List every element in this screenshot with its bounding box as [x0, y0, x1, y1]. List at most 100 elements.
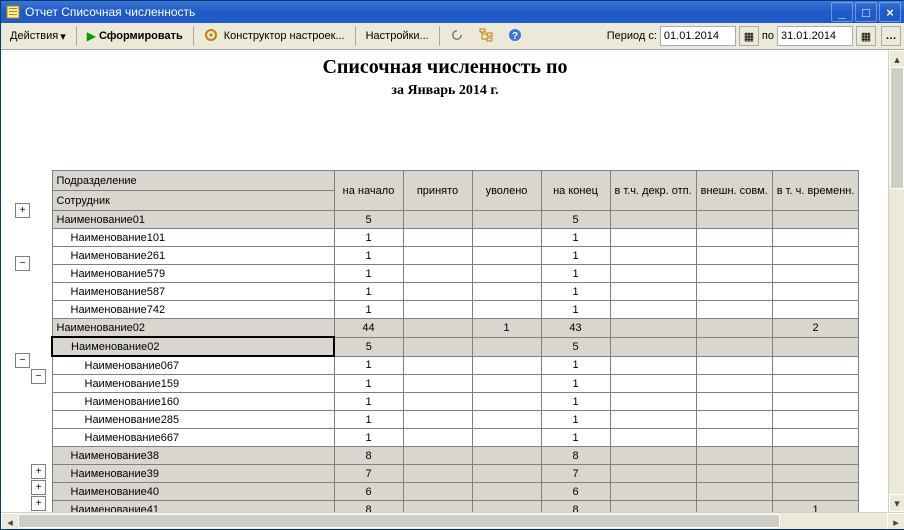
- help-button[interactable]: ?: [503, 24, 530, 48]
- cell-hired[interactable]: [403, 319, 472, 338]
- cell-temp[interactable]: [772, 265, 859, 283]
- cell-hired[interactable]: [403, 356, 472, 375]
- table-row[interactable]: Наименование28511: [52, 411, 859, 429]
- cell-temp[interactable]: [772, 375, 859, 393]
- cell-fired[interactable]: [472, 375, 541, 393]
- cell-ext[interactable]: [696, 483, 772, 501]
- cell-ext[interactable]: [696, 283, 772, 301]
- form-button[interactable]: ▶ Сформировать: [82, 24, 188, 48]
- cell-name[interactable]: Наименование285: [52, 411, 334, 429]
- cell-name[interactable]: Наименование41: [52, 501, 334, 513]
- cell-fired[interactable]: [472, 283, 541, 301]
- cell-start[interactable]: 6: [334, 483, 403, 501]
- vertical-scrollbar[interactable]: ▴ ▾: [888, 50, 904, 512]
- cell-name[interactable]: Наименование159: [52, 375, 334, 393]
- table-row[interactable]: Наименование16011: [52, 393, 859, 411]
- cell-name[interactable]: Наименование101: [52, 229, 334, 247]
- table-row[interactable]: Наименование4066: [52, 483, 859, 501]
- cell-hired[interactable]: [403, 229, 472, 247]
- scroll-right-button[interactable]: ▸: [887, 513, 904, 529]
- cell-start[interactable]: 1: [334, 411, 403, 429]
- cell-mat[interactable]: [610, 501, 696, 513]
- cell-end[interactable]: 1: [541, 247, 610, 265]
- expand-node[interactable]: [31, 480, 46, 495]
- cell-start[interactable]: 7: [334, 465, 403, 483]
- calendar-to-button[interactable]: ▦: [856, 26, 876, 46]
- table-row[interactable]: Наименование02441432: [52, 319, 859, 338]
- cell-ext[interactable]: [696, 229, 772, 247]
- cell-name[interactable]: Наименование579: [52, 265, 334, 283]
- cell-ext[interactable]: [696, 393, 772, 411]
- cell-fired[interactable]: [472, 483, 541, 501]
- cell-end[interactable]: 1: [541, 411, 610, 429]
- calendar-from-button[interactable]: ▦: [739, 26, 759, 46]
- cell-ext[interactable]: [696, 465, 772, 483]
- cell-hired[interactable]: [403, 283, 472, 301]
- collapse-node[interactable]: [15, 353, 30, 368]
- cell-fired[interactable]: [472, 265, 541, 283]
- cell-end[interactable]: 8: [541, 447, 610, 465]
- constructor-button[interactable]: Конструктор настроек...: [199, 24, 350, 48]
- cell-temp[interactable]: [772, 247, 859, 265]
- cell-hired[interactable]: [403, 411, 472, 429]
- cell-mat[interactable]: [610, 301, 696, 319]
- cell-temp[interactable]: [772, 211, 859, 229]
- cell-mat[interactable]: [610, 211, 696, 229]
- date-from-input[interactable]: 01.01.2014: [660, 26, 736, 46]
- header-division[interactable]: Подразделение: [52, 171, 334, 191]
- table-row[interactable]: Наименование57911: [52, 265, 859, 283]
- cell-hired[interactable]: [403, 483, 472, 501]
- cell-end[interactable]: 1: [541, 356, 610, 375]
- cell-fired[interactable]: [472, 247, 541, 265]
- horizontal-scrollbar[interactable]: ◂ ▸: [1, 512, 904, 529]
- cell-fired[interactable]: [472, 447, 541, 465]
- table-row[interactable]: Наименование3977: [52, 465, 859, 483]
- cell-temp[interactable]: [772, 447, 859, 465]
- cell-end[interactable]: 1: [541, 265, 610, 283]
- table-row[interactable]: Наименование10111: [52, 229, 859, 247]
- maximize-button[interactable]: □: [855, 2, 877, 22]
- cell-mat[interactable]: [610, 265, 696, 283]
- cell-mat[interactable]: [610, 483, 696, 501]
- cell-start[interactable]: 44: [334, 319, 403, 338]
- header-hired[interactable]: принято: [403, 171, 472, 211]
- cell-hired[interactable]: [403, 501, 472, 513]
- cell-fired[interactable]: [472, 301, 541, 319]
- cell-hired[interactable]: [403, 301, 472, 319]
- cell-hired[interactable]: [403, 429, 472, 447]
- expand-node[interactable]: [31, 496, 46, 511]
- cell-temp[interactable]: [772, 337, 859, 356]
- cell-fired[interactable]: [472, 211, 541, 229]
- cell-start[interactable]: 8: [334, 447, 403, 465]
- cell-start[interactable]: 1: [334, 393, 403, 411]
- cell-hired[interactable]: [403, 211, 472, 229]
- cell-ext[interactable]: [696, 501, 772, 513]
- cell-hired[interactable]: [403, 337, 472, 356]
- cell-name[interactable]: Наименование02: [52, 319, 334, 338]
- table-row[interactable]: Наименование0155: [52, 211, 859, 229]
- expand-node[interactable]: [31, 464, 46, 479]
- cell-fired[interactable]: [472, 429, 541, 447]
- header-employee[interactable]: Сотрудник: [52, 191, 334, 211]
- cell-hired[interactable]: [403, 465, 472, 483]
- cell-fired[interactable]: [472, 337, 541, 356]
- header-temp[interactable]: в т. ч. временн.: [772, 171, 859, 211]
- minimize-button[interactable]: _: [831, 2, 853, 22]
- settings-button[interactable]: Настройки...: [361, 24, 434, 48]
- cell-start[interactable]: 1: [334, 283, 403, 301]
- cell-ext[interactable]: [696, 429, 772, 447]
- cell-end[interactable]: 8: [541, 501, 610, 513]
- cell-mat[interactable]: [610, 356, 696, 375]
- cell-mat[interactable]: [610, 229, 696, 247]
- tree-button[interactable]: [474, 24, 501, 48]
- actions-menu[interactable]: Действия▾: [5, 24, 71, 48]
- cell-mat[interactable]: [610, 393, 696, 411]
- cell-hired[interactable]: [403, 393, 472, 411]
- header-external[interactable]: внешн. совм.: [696, 171, 772, 211]
- table-row[interactable]: Наименование26111: [52, 247, 859, 265]
- cell-name[interactable]: Наименование067: [52, 356, 334, 375]
- table-row[interactable]: Наименование06711: [52, 356, 859, 375]
- cell-end[interactable]: 1: [541, 283, 610, 301]
- header-start[interactable]: на начало: [334, 171, 403, 211]
- cell-start[interactable]: 5: [334, 337, 403, 356]
